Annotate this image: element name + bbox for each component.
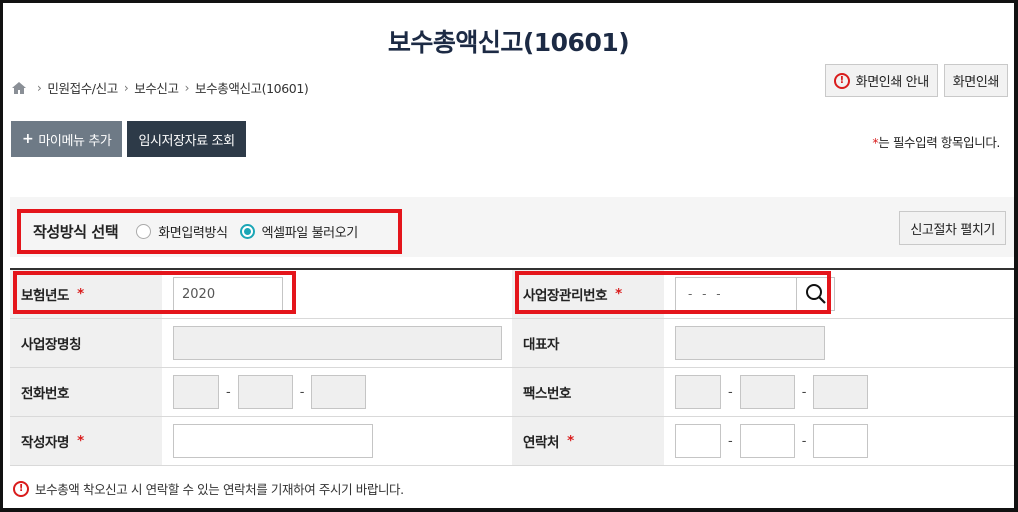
- print-button[interactable]: 화면인쇄: [943, 64, 1008, 97]
- expand-procedure-button[interactable]: 신고절차 펼치기: [899, 211, 1006, 245]
- chevron-right-icon: ›: [184, 80, 190, 95]
- fax-field-3: [813, 375, 869, 409]
- chevron-right-icon: ›: [37, 80, 42, 95]
- phone-label: 전화번호: [10, 368, 162, 416]
- form-row: 사업장명칭 대표자: [10, 319, 1014, 368]
- writer-name-field[interactable]: [173, 424, 373, 458]
- dash-separator: -: [728, 433, 733, 449]
- method-label: 작성방식 선택: [33, 223, 119, 241]
- highlight-biz-mgmt-no: [515, 271, 831, 314]
- breadcrumb: › 민원접수/신고 › 보수신고 › 보수총액신고(10601): [11, 78, 309, 97]
- footnote-text: 보수총액 착오신고 시 연락할 수 있는 연락처를 기재하여 주시기 바랍니다.: [35, 482, 404, 497]
- dash-separator: -: [801, 433, 807, 449]
- dash-separator: -: [299, 384, 305, 400]
- writer-label: 작성자명 *: [10, 417, 162, 465]
- page-title: 보수총액신고(10601): [387, 28, 630, 57]
- print-label: 화면인쇄: [952, 75, 1000, 90]
- top-button-group: ! 화면인쇄 안내 화면인쇄: [824, 64, 1008, 97]
- highlight-insurance-year: [13, 271, 296, 314]
- contact-field-1[interactable]: [675, 424, 721, 458]
- form-row: 작성자명 * 연락처 * - -: [10, 417, 1014, 466]
- phone-field-3: [311, 375, 367, 409]
- breadcrumb-item[interactable]: 민원접수/신고: [47, 78, 118, 97]
- radio-excel-upload-label[interactable]: 엑셀파일 불러오기: [262, 222, 359, 241]
- dash-separator: -: [226, 384, 231, 400]
- dash-separator: -: [728, 384, 733, 400]
- add-my-menu-label: 마이메뉴 추가: [38, 133, 112, 149]
- biz-name-label: 사업장명칭: [10, 319, 162, 367]
- representative-label: 대표자: [512, 319, 664, 367]
- biz-name-field: [173, 326, 502, 360]
- fax-label: 팩스번호: [512, 368, 664, 416]
- required-note-text: 는 필수입력 항목입니다.: [878, 135, 1000, 150]
- radio-screen-input-label[interactable]: 화면입력방식: [158, 222, 228, 241]
- phone-field-2: [237, 375, 293, 409]
- page-frame: 보수총액신고(10601) › 민원접수/신고 › 보수신고 › 보수총액신고(…: [0, 0, 1018, 512]
- temp-saved-label: 임시저장자료 조회: [138, 133, 235, 149]
- chevron-right-icon: ›: [123, 80, 129, 95]
- radio-screen-input[interactable]: [136, 224, 152, 239]
- print-guide-button[interactable]: ! 화면인쇄 안내: [824, 64, 938, 97]
- dash-separator: -: [801, 384, 807, 400]
- radio-excel-upload[interactable]: [239, 224, 255, 239]
- temp-saved-button[interactable]: 임시저장자료 조회: [127, 121, 246, 157]
- contact-field-3[interactable]: [813, 424, 869, 458]
- fax-field-1: [675, 375, 721, 409]
- alert-icon: !: [833, 72, 850, 89]
- breadcrumb-item-current: 보수총액신고(10601): [195, 81, 309, 96]
- footnote: ! 보수총액 착오신고 시 연락할 수 있는 연락처를 기재하여 주시기 바랍니…: [13, 479, 404, 498]
- phone-field-1: [173, 375, 219, 409]
- action-button-group: + 마이메뉴 추가 임시저장자료 조회: [11, 121, 246, 157]
- required-note: *는 필수입력 항목입니다.: [872, 132, 1000, 151]
- add-my-menu-button[interactable]: + 마이메뉴 추가: [11, 121, 123, 157]
- alert-icon: !: [13, 480, 29, 497]
- contact-label: 연락처 *: [512, 417, 664, 465]
- representative-field: [675, 326, 825, 360]
- method-selector: 작성방식 선택 화면입력방식 엑셀파일 불러오기: [17, 209, 402, 254]
- form-row: 전화번호 - - 팩스번호 - -: [10, 368, 1014, 417]
- home-icon[interactable]: [11, 81, 27, 95]
- contact-field-2[interactable]: [739, 424, 795, 458]
- print-guide-label: 화면인쇄 안내: [855, 75, 929, 90]
- plus-icon: +: [22, 131, 34, 147]
- breadcrumb-item[interactable]: 보수신고: [134, 78, 179, 97]
- fax-field-2: [739, 375, 795, 409]
